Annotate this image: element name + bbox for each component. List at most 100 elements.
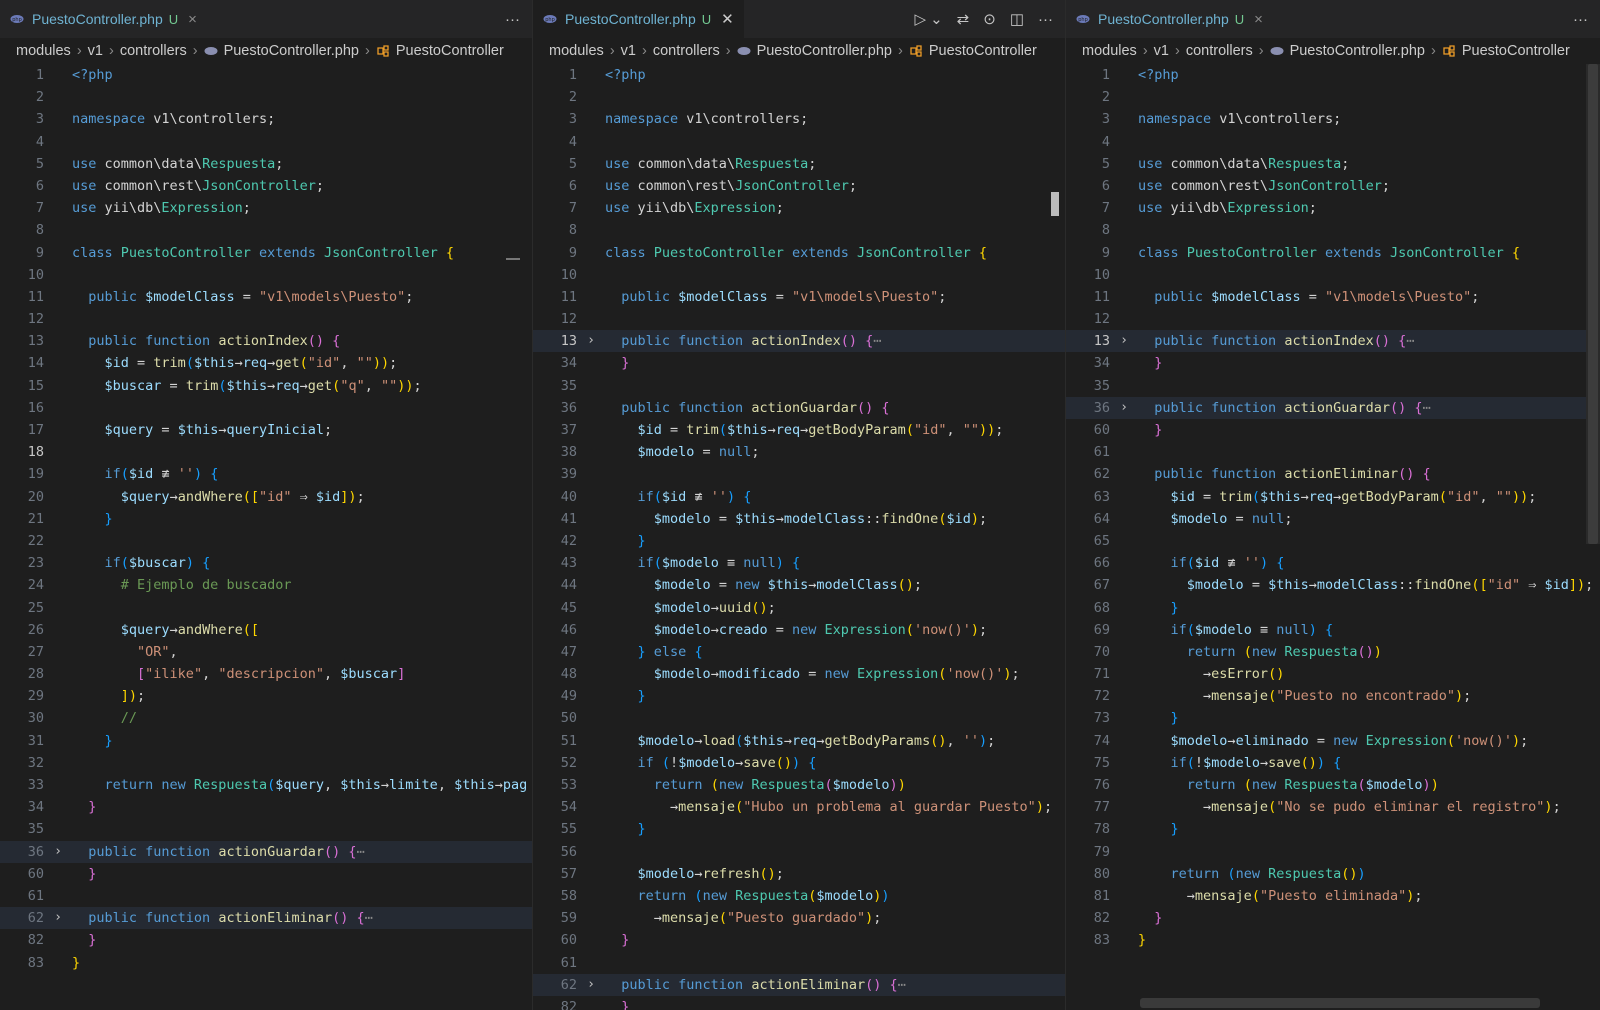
breadcrumb-item[interactable]: v1 [1154, 43, 1169, 59]
code-line[interactable]: 62 › public function actionEliminar() {⋯ [533, 973, 1065, 996]
chevron-right-icon[interactable]: › [44, 841, 72, 863]
code-line[interactable]: 83} [1066, 929, 1600, 951]
chevron-right-icon[interactable]: › [44, 907, 72, 929]
code-line[interactable]: 29 ]); [0, 685, 532, 707]
code-line[interactable]: 28 ["ilike", "descripcion", $buscar] [0, 663, 532, 685]
code-line[interactable]: 18 [0, 441, 532, 463]
editor-pane-left[interactable]: php PuestoController.php U × ··· modules… [0, 0, 532, 1010]
code-line[interactable]: 78 } [1066, 818, 1600, 840]
code-line[interactable]: 82 } [1066, 907, 1600, 929]
code-line[interactable]: 74 $modelo→eliminado = new Expression('n… [1066, 730, 1600, 752]
code-line[interactable]: 60 } [533, 929, 1065, 951]
code-line[interactable]: 56 [533, 841, 1065, 863]
code-line[interactable]: 35 [0, 818, 532, 840]
scrollbar-thumb[interactable] [1588, 64, 1598, 544]
code-line[interactable]: 61 [1066, 441, 1600, 463]
code-line[interactable]: 35 [1066, 375, 1600, 397]
code-line[interactable]: 36 › public function actionGuardar() {⋯ [0, 840, 532, 863]
code-line[interactable]: 2 [533, 86, 1065, 108]
code-line[interactable]: 64 $modelo = null; [1066, 508, 1600, 530]
code-line[interactable]: 14 $id = trim($this→req→get("id", "")); [0, 352, 532, 374]
code-line[interactable]: 10 [0, 264, 532, 286]
code-line[interactable]: 54 →mensaje("Hubo un problema al guardar… [533, 796, 1065, 818]
code-line[interactable]: 70 return (new Respuesta()) [1066, 641, 1600, 663]
code-line[interactable]: 11 public $modelClass = "v1\models\Puest… [0, 286, 532, 308]
code-line[interactable]: 34 } [0, 796, 532, 818]
code-line[interactable]: 72 →mensaje("Puesto no encontrado"); [1066, 685, 1600, 707]
code-line[interactable]: 44 $modelo = new $this→modelClass(); [533, 574, 1065, 596]
chevron-right-icon[interactable]: › [577, 330, 605, 352]
code-line[interactable]: 20 $query→andWhere(["id" ⇒ $id]); [0, 486, 532, 508]
code-editor[interactable]: 1 <?php 2 3 namespace v1\controllers; 4 5 use c… [533, 64, 1065, 1010]
code-line[interactable]: 63 $id = trim($this→req→getBodyParam("id… [1066, 486, 1600, 508]
code-line[interactable]: 13 › public function actionIndex() {⋯ [1066, 330, 1600, 353]
compare-changes-icon[interactable]: ⇄ [957, 10, 970, 28]
code-line[interactable]: 53 return (new Respuesta($modelo)) [533, 774, 1065, 796]
breadcrumb-item[interactable]: modules [16, 43, 71, 59]
tab-puestocontroller[interactable]: php PuestoController.php U ✕ [533, 0, 744, 38]
code-line[interactable]: 55 } [533, 818, 1065, 840]
code-line[interactable]: 59 →mensaje("Puesto guardado"); [533, 907, 1065, 929]
code-line[interactable]: 23 if($buscar) { [0, 552, 532, 574]
code-line[interactable]: 2 [1066, 86, 1600, 108]
code-line[interactable]: 46 $modelo→creado = new Expression('now(… [533, 619, 1065, 641]
code-line[interactable]: 27 "OR", [0, 641, 532, 663]
code-line[interactable]: 3 namespace v1\controllers; [1066, 108, 1600, 130]
code-line[interactable]: 43 if($modelo ≡ null) { [533, 552, 1065, 574]
code-line[interactable]: 4 [0, 131, 532, 153]
code-line[interactable]: 17 $query = $this→queryInicial; [0, 419, 532, 441]
chevron-right-icon[interactable]: › [1110, 397, 1138, 419]
code-line[interactable]: 7 use yii\db\Expression; [533, 197, 1065, 219]
code-line[interactable]: 3 namespace v1\controllers; [533, 108, 1065, 130]
code-line[interactable]: 36 › public function actionGuardar() {⋯ [1066, 396, 1600, 419]
breadcrumb-item[interactable]: PuestoController [929, 43, 1037, 59]
code-line[interactable]: 60 } [0, 863, 532, 885]
code-line[interactable]: 5 use common\data\Respuesta; [0, 153, 532, 175]
more-actions-icon[interactable]: ··· [1573, 11, 1588, 28]
code-line[interactable]: 76 return (new Respuesta($modelo)) [1066, 774, 1600, 796]
code-line[interactable]: 49 } [533, 685, 1065, 707]
run-dropdown-icon[interactable]: ⌄ [930, 10, 943, 28]
horizontal-scrollbar[interactable] [1140, 998, 1540, 1008]
code-line[interactable]: 7 use yii\db\Expression; [1066, 197, 1600, 219]
code-line[interactable]: 4 [1066, 131, 1600, 153]
code-line[interactable]: 16 [0, 397, 532, 419]
code-line[interactable]: 58 return (new Respuesta($modelo)) [533, 885, 1065, 907]
code-line[interactable]: 3 namespace v1\controllers; [0, 108, 532, 130]
code-line[interactable]: 42 } [533, 530, 1065, 552]
code-line[interactable]: 34 } [533, 352, 1065, 374]
code-line[interactable]: 48 $modelo→modificado = new Expression('… [533, 663, 1065, 685]
code-line[interactable]: 62 › public function actionEliminar() {⋯ [0, 907, 532, 930]
code-line[interactable]: 71 →esError() [1066, 663, 1600, 685]
vertical-scrollbar[interactable] [1586, 64, 1600, 544]
code-line[interactable]: 81 →mensaje("Puesto eliminada"); [1066, 885, 1600, 907]
editor-pane-right[interactable]: php PuestoController.php U × ··· modules… [1065, 0, 1600, 1010]
code-line[interactable]: 79 [1066, 841, 1600, 863]
code-editor[interactable]: 1 <?php 2 3 namespace v1\controllers; 4 5 use c… [1066, 64, 1600, 952]
code-line[interactable]: 80 return (new Respuesta()) [1066, 863, 1600, 885]
code-line[interactable]: 41 $modelo = $this→modelClass::findOne($… [533, 508, 1065, 530]
code-line[interactable]: 6 use common\rest\JsonController; [1066, 175, 1600, 197]
code-line[interactable]: 65 [1066, 530, 1600, 552]
code-line[interactable]: 38 $modelo = null; [533, 441, 1065, 463]
code-line[interactable]: 4 [533, 131, 1065, 153]
code-line[interactable]: 9 class PuestoController extends JsonCont… [1066, 242, 1600, 264]
code-line[interactable]: 82 } [0, 929, 532, 951]
code-line[interactable]: 13 › public function actionIndex() {⋯ [533, 330, 1065, 353]
code-line[interactable]: 24 # Ejemplo de buscador [0, 574, 532, 596]
code-line[interactable]: 8 [533, 219, 1065, 241]
code-line[interactable]: 33 return new Respuesta($query, $this→li… [0, 774, 532, 796]
code-line[interactable]: 73 } [1066, 707, 1600, 729]
code-line[interactable]: 12 [0, 308, 532, 330]
editor-pane-middle[interactable]: php PuestoController.php U ✕ ▷ ⌄ ⇄ ⊙ ◫ ·… [532, 0, 1065, 1010]
code-line[interactable]: 12 [533, 308, 1065, 330]
breadcrumb-item[interactable]: modules [549, 43, 604, 59]
breadcrumb-item[interactable]: controllers [1186, 43, 1253, 59]
code-line[interactable]: 9 class PuestoController extends JsonCont… [533, 242, 1065, 264]
code-line[interactable]: 26 $query→andWhere([ [0, 619, 532, 641]
code-line[interactable]: 21 } [0, 508, 532, 530]
breadcrumb-item[interactable]: controllers [120, 43, 187, 59]
code-line[interactable]: 82 } [533, 996, 1065, 1010]
code-line[interactable]: 50 [533, 707, 1065, 729]
code-line[interactable]: 37 $id = trim($this→req→getBodyParam("id… [533, 419, 1065, 441]
